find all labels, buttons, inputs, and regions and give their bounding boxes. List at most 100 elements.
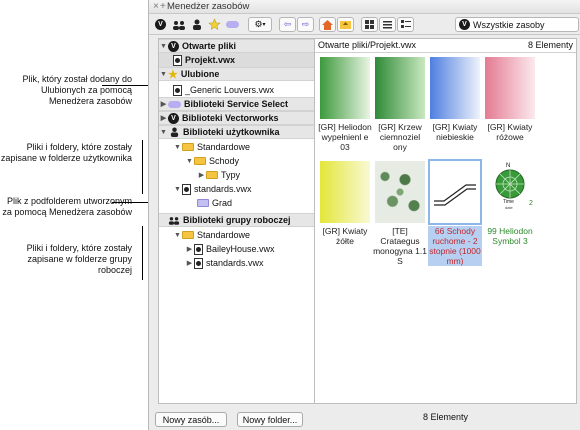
resource-tile[interactable]: [TE] Crataegus monogyna 1.1 S: [373, 161, 427, 266]
close-icon[interactable]: ×: [153, 1, 159, 12]
callout-subfolder: Plik z podfolderem utworzonym za pomocą …: [2, 196, 132, 217]
cloud-icon[interactable]: [225, 17, 240, 32]
resource-filter-select[interactable]: V Wszystkie zasoby: [455, 17, 579, 32]
gear-icon[interactable]: ⚙ ▾: [248, 17, 272, 32]
tree-label: BaileyHouse.vwx: [206, 244, 275, 254]
resource-tile[interactable]: N Time date 2 99 Heliodon Symbol 3: [483, 161, 537, 246]
vwx-file-icon: [173, 54, 182, 66]
toolbar: V ⚙ ▾ ⇦ ⇨ V Wszystkie zasoby: [149, 15, 580, 35]
resource-tile[interactable]: [GR] Heliodon wypełnienl e 03: [318, 57, 372, 152]
resource-manager-window: × + Menedżer zasobów V ⚙ ▾ ⇦ ⇨ V Wszystk…: [148, 0, 580, 430]
vectorworks-icon: V: [168, 40, 179, 52]
folder-icon: [206, 171, 218, 179]
heliodon-glyph: [495, 169, 525, 199]
callout-favorites: Plik, który został dodany do Ulubionych …: [22, 74, 132, 106]
heliodon-number: 2: [529, 200, 533, 207]
tree-label: _Generic Louvers.vwx: [185, 85, 275, 95]
workgroup-glyph: [172, 20, 185, 30]
tree-label: Biblioteki użytkownika: [183, 127, 280, 137]
tree-label: Projekt.vwx: [185, 55, 236, 65]
tree-label: standards.vwx: [206, 258, 264, 268]
heliodon-date-label: date: [505, 205, 513, 210]
window-title: Menedżer zasobów: [167, 1, 250, 12]
add-tab-icon[interactable]: +: [160, 1, 166, 12]
tree-label: Otwarte pliki: [182, 41, 237, 51]
home-glyph: [322, 19, 333, 30]
vectorworks-filter-icon: V: [459, 19, 470, 30]
tree-label: Ulubione: [180, 69, 220, 79]
folder-icon: [182, 231, 194, 239]
gradient-thumbnail: [375, 57, 425, 119]
item-count: 8 Elementy: [527, 40, 573, 50]
vwx-file-icon: [182, 183, 191, 195]
plant-texture-thumbnail: [375, 161, 425, 223]
forward-icon[interactable]: ⇨: [297, 17, 314, 32]
footer-item-count: 8 Elementy: [422, 412, 469, 422]
folder-icon: [182, 143, 194, 151]
resource-tile[interactable]: [GR] Kwiaty żółte: [318, 161, 372, 246]
title-bar: × + Menedżer zasobów: [149, 0, 580, 14]
star-icon: ★: [168, 68, 178, 81]
detail-glyph: [400, 20, 411, 28]
new-folder-button[interactable]: Nowy folder...: [237, 412, 303, 427]
grid-view-icon[interactable]: [361, 17, 378, 32]
resource-tile[interactable]: [GR] Kwiaty różowe: [483, 57, 537, 142]
folder-up-icon[interactable]: [337, 17, 354, 32]
tree-label: Typy: [221, 170, 241, 180]
escalator-glyph: [434, 184, 476, 206]
grid-glyph: [365, 20, 374, 29]
tile-label: [GR] Kwiaty niebieskie: [432, 122, 478, 142]
tile-label: [GR] Kwiaty różowe: [487, 122, 533, 142]
current-path: Otwarte pliki/Projekt.vwx: [318, 40, 417, 50]
gradient-thumbnail: [485, 57, 535, 119]
resource-browser: Otwarte pliki/Projekt.vwx 8 Elementy [GR…: [314, 38, 577, 404]
resource-tile[interactable]: [GR] Krzew ciemnoziel ony: [373, 57, 427, 152]
cloud-glyph: [226, 21, 239, 28]
list-glyph: [383, 20, 392, 28]
vectorworks-icon[interactable]: V: [153, 17, 168, 32]
gradient-thumbnail: [320, 57, 370, 119]
folder-up-glyph: [340, 21, 351, 29]
folder-icon: [197, 199, 209, 207]
resource-tile[interactable]: [GR] Kwiaty niebieskie: [428, 57, 482, 142]
user-icon[interactable]: [189, 17, 204, 32]
tree-label: Schody: [209, 156, 240, 166]
resource-tile-selected[interactable]: 66 Schody ruchome - 2 stopnie (1000 mm): [428, 159, 482, 266]
star-glyph: [208, 18, 221, 30]
tree-label: Grad: [212, 198, 233, 208]
tile-label: [TE] Crataegus monogyna 1.1 S: [373, 226, 427, 266]
workgroup-icon[interactable]: [171, 17, 186, 32]
vwx-file-icon: [194, 243, 203, 255]
gradient-thumbnail: [320, 161, 370, 223]
tile-label: [GR] Kwiaty żółte: [322, 226, 368, 246]
home-icon[interactable]: [319, 17, 336, 32]
heliodon-thumbnail: N Time date 2: [485, 161, 535, 223]
cloud-icon: [168, 100, 181, 108]
tile-label: [GR] Heliodon wypełnienl e 03: [318, 122, 372, 152]
tree-label: Biblioteki Vectorworks: [182, 113, 279, 123]
folder-icon: [194, 157, 206, 165]
filter-value: Wszystkie zasoby: [473, 19, 545, 30]
detail-view-icon[interactable]: [397, 17, 414, 32]
tree-label: Biblioteki grupy roboczej: [183, 215, 291, 225]
list-view-icon[interactable]: [379, 17, 396, 32]
tree-label: standards.vwx: [194, 184, 252, 194]
tree-label: Standardowe: [197, 142, 251, 152]
gradient-thumbnail: [430, 57, 480, 119]
tile-label: 99 Heliodon Symbol 3: [487, 226, 533, 246]
callout-bracket-workgroup: [142, 226, 143, 280]
user-glyph: [192, 19, 201, 30]
favorites-icon[interactable]: [207, 17, 222, 32]
tile-label: [GR] Krzew ciemnoziel ony: [378, 122, 422, 152]
vwx-file-icon: [173, 84, 182, 96]
gear-glyph: ⚙: [254, 19, 263, 29]
callout-bracket-user: [142, 140, 143, 194]
tree-label: Standardowe: [197, 230, 251, 240]
vectorworks-badge: V: [155, 19, 166, 30]
escalator-thumbnail: [428, 159, 482, 225]
tile-label: 66 Schody ruchome - 2 stopnie (1000 mm): [428, 226, 482, 266]
back-icon[interactable]: ⇦: [279, 17, 296, 32]
user-icon: [168, 127, 180, 138]
workgroup-icon: [168, 215, 180, 226]
new-resource-button[interactable]: Nowy zasób...: [155, 412, 227, 427]
